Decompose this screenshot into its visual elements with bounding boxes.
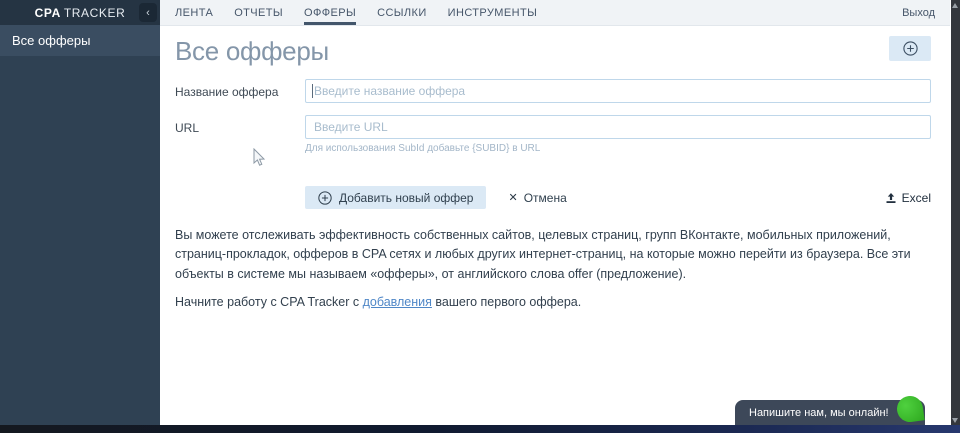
tab-lenta[interactable]: ЛЕНТА	[175, 0, 213, 25]
chat-widget[interactable]: Напишите нам, мы онлайн! jivo	[735, 394, 925, 425]
tab-offers[interactable]: ОФФЕРЫ	[304, 0, 357, 25]
tab-reports[interactable]: ОТЧЕТЫ	[234, 0, 283, 25]
mouse-cursor	[253, 148, 266, 166]
tab-links[interactable]: ССЫЛКИ	[377, 0, 427, 25]
top-navigation: ЛЕНТА ОТЧЕТЫ ОФФЕРЫ ССЫЛКИ ИНСТРУМЕНТЫ В…	[160, 0, 950, 26]
tab-tools[interactable]: ИНСТРУМЕНТЫ	[448, 0, 538, 25]
plus-circle-icon	[318, 190, 332, 205]
sidebar-header: CPA TRACKER ‹	[0, 0, 160, 25]
sidebar-item-all-offers[interactable]: Все офферы	[0, 25, 160, 56]
chevron-left-icon: ‹	[146, 6, 150, 19]
add-offer-button[interactable]	[889, 36, 931, 61]
subid-hint: Для использования SubId добавьте {SUBID}…	[305, 143, 541, 154]
page-title: Все офферы	[175, 36, 329, 66]
excel-export-button[interactable]: Excel	[885, 191, 931, 205]
upload-icon	[886, 192, 896, 203]
app-logo: CPA TRACKER	[35, 6, 126, 20]
offers-description: Вы можете отслеживать эффективность собс…	[175, 228, 911, 281]
main-area: ЛЕНТА ОТЧЕТЫ ОФФЕРЫ ССЫЛКИ ИНСТРУМЕНТЫ В…	[160, 0, 950, 425]
scroll-up-icon[interactable]	[952, 3, 958, 8]
logo-text-bold: CPA	[34, 5, 61, 20]
cancel-button[interactable]: ✕ Отмена	[508, 191, 566, 205]
offer-url-input[interactable]	[305, 115, 931, 139]
close-icon: ✕	[508, 192, 518, 204]
vertical-scrollbar[interactable]	[951, 0, 960, 433]
scroll-down-icon[interactable]	[952, 418, 958, 423]
add-offer-link[interactable]: добавления	[363, 295, 432, 309]
offer-name-label: Название оффера	[175, 85, 279, 99]
url-label: URL	[175, 121, 200, 135]
getting-started-text: Начните работу с CPA Tracker с добавлени…	[175, 295, 582, 310]
sidebar-collapse-button[interactable]: ‹	[139, 3, 157, 22]
offer-name-input[interactable]	[305, 79, 931, 103]
logo-text-rest: TRACKER	[63, 5, 126, 20]
page-content: Все офферы Название оффера URL Для испол…	[160, 36, 950, 309]
text-caret	[312, 84, 313, 98]
plus-circle-icon	[902, 41, 918, 56]
chat-message: Напишите нам, мы онлайн!	[749, 406, 889, 419]
sidebar-item-label: Все офферы	[12, 33, 91, 48]
window-bottom-edge	[0, 425, 960, 433]
submit-new-offer-button[interactable]: Добавить новый оффер	[305, 186, 487, 209]
sidebar: CPA TRACKER ‹ Все офферы	[0, 0, 160, 425]
logout-link[interactable]: Выход	[902, 0, 935, 25]
